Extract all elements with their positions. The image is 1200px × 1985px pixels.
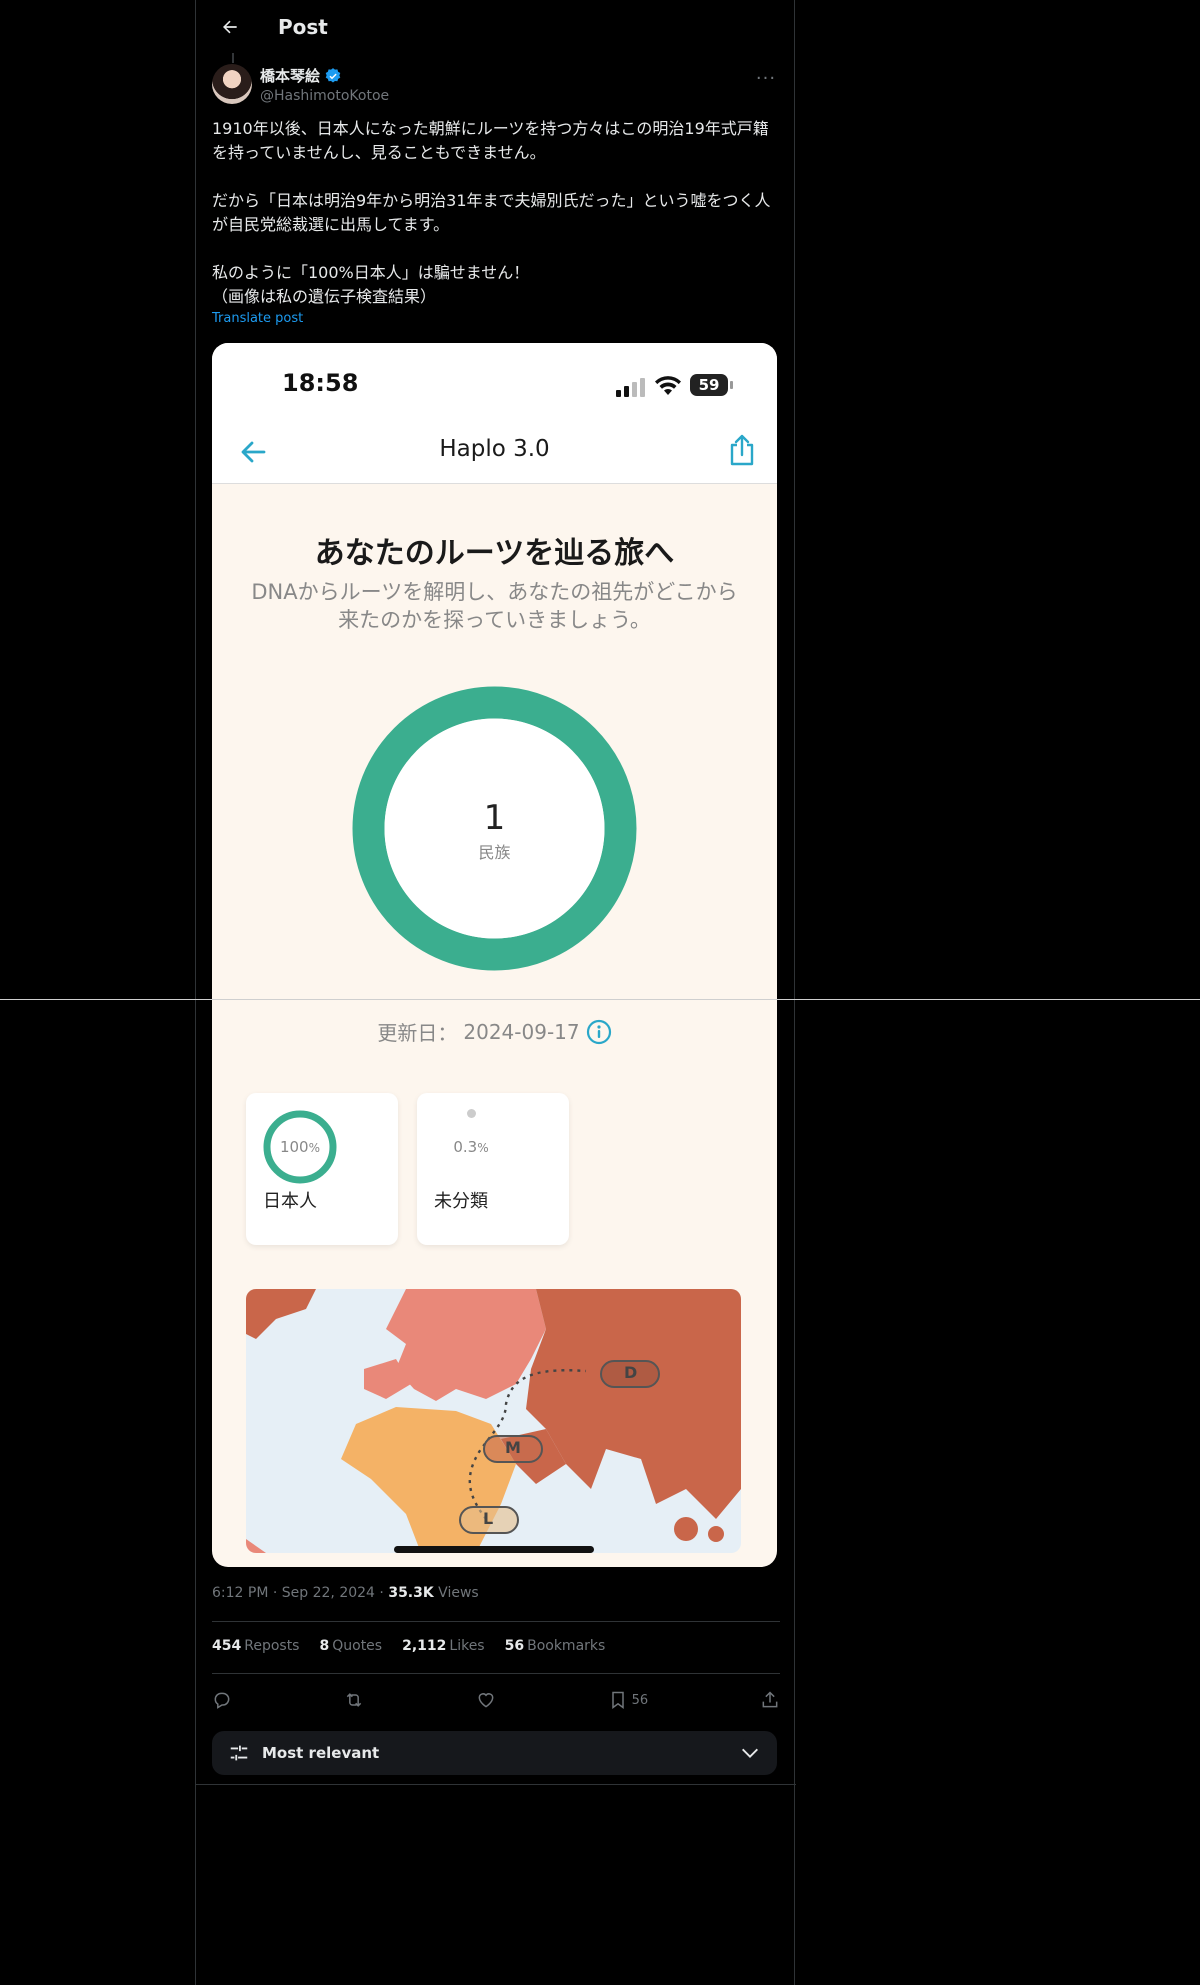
migration-map: D M L: [246, 1289, 741, 1553]
share-button[interactable]: [760, 1690, 780, 1710]
hero-subtitle: DNAからルーツを解明し、あなたの祖先がどこから来たのかを探っていきましょう。: [251, 580, 738, 632]
ethnicity-percent: 100%: [279, 1138, 321, 1156]
phone-clock: 18:58: [282, 369, 359, 397]
views-label: Views: [438, 1585, 479, 1601]
map-label-m: M: [505, 1438, 521, 1457]
cell-signal-icon: [616, 378, 645, 397]
bookmark-icon: [611, 1691, 624, 1709]
thread-line: [232, 53, 234, 63]
reposts-stat[interactable]: 454 Reposts: [212, 1638, 299, 1654]
battery-indicator: 59: [690, 374, 728, 396]
sort-label: Most relevant: [262, 1744, 380, 1762]
views-count: 35.3K: [388, 1585, 434, 1601]
bookmark-button[interactable]: 56: [608, 1690, 649, 1710]
engagement-stats: 454 Reposts 8 Quotes 2,112 Likes 56 Bookmark…: [212, 1638, 605, 1654]
top-bar: Post: [196, 0, 794, 53]
post-meta: 6:12 PM · Sep 22, 2024 · 35.3K Views: [212, 1585, 479, 1601]
update-label: 更新日：: [377, 1021, 458, 1045]
home-indicator: [394, 1546, 594, 1553]
repost-button[interactable]: [344, 1690, 364, 1710]
avatar[interactable]: [212, 64, 252, 104]
ethnicity-count: 1: [483, 798, 506, 838]
translate-post-link[interactable]: Translate post: [196, 309, 794, 326]
map-label-d: D: [624, 1363, 638, 1382]
ethnicity-card-japanese: 100% 日本人: [246, 1093, 398, 1245]
post-media-image[interactable]: 18:58 59 Haplo 3.0 あなたのルーツを辿る旅へ DNAからルーツ…: [212, 343, 777, 1567]
horizontal-rule: [0, 999, 1200, 1000]
app-title: Haplo 3.0: [439, 436, 550, 462]
author-handle[interactable]: @HashimotoKotoe: [260, 88, 389, 104]
ethnicity-count-label: 民族: [478, 843, 511, 862]
battery-cap: [730, 381, 733, 389]
chevron-down-icon: [742, 1748, 758, 1758]
app-header-divider: [212, 483, 777, 484]
bookmarks-stat[interactable]: 56 Bookmarks: [505, 1638, 606, 1654]
update-date-row: 更新日： 2024-09-17: [212, 1017, 777, 1046]
arrow-left-icon: [223, 20, 237, 33]
repost-icon: [346, 1693, 362, 1707]
post-date[interactable]: Sep 22, 2024: [282, 1585, 375, 1601]
map-label-l: L: [483, 1509, 494, 1528]
post-text: 1910年以後、日本人になった朝鮮にルーツを持つ方々はこの明治19年式戸籍を持っ…: [212, 119, 771, 306]
post-time[interactable]: 6:12 PM: [212, 1585, 268, 1601]
world-map-graphic: [246, 1289, 741, 1553]
action-bar: 56: [212, 1685, 780, 1715]
hero-title: あなたのルーツを辿る旅へ: [314, 536, 675, 571]
info-icon: [586, 1019, 611, 1044]
more-options-icon[interactable]: ···: [754, 70, 778, 95]
reply-sort-dropdown[interactable]: Most relevant: [212, 1731, 777, 1775]
author-display-name[interactable]: 橋本琴絵: [260, 65, 320, 86]
post-column: Post 橋本琴絵 @HashimotoKotoe ··· 1910年以後、日本…: [195, 0, 796, 1985]
reply-icon: [214, 1692, 230, 1709]
share-upload-icon: [762, 1691, 778, 1708]
likes-stat[interactable]: 2,112 Likes: [402, 1638, 485, 1654]
heart-icon: [478, 1693, 494, 1708]
author-name-row: 橋本琴絵: [260, 65, 389, 86]
page-title: Post: [278, 14, 328, 39]
sliders-icon: [230, 1745, 248, 1761]
ethnicity-percent: 0.3%: [453, 1138, 489, 1156]
author-block: 橋本琴絵 @HashimotoKotoe: [260, 65, 389, 104]
post-header: 橋本琴絵 @HashimotoKotoe ···: [196, 53, 794, 107]
reply-button[interactable]: [212, 1690, 232, 1710]
ethnicity-name: 未分類: [434, 1191, 488, 1212]
bookmark-count: 56: [631, 1692, 649, 1708]
quotes-stat[interactable]: 8 Quotes: [319, 1638, 382, 1654]
like-button[interactable]: [476, 1690, 496, 1710]
ethnicity-name: 日本人: [263, 1191, 317, 1212]
divider: [212, 1621, 780, 1622]
divider: [212, 1673, 780, 1674]
divider: [196, 1784, 796, 1785]
back-button[interactable]: [212, 9, 248, 45]
share-icon: [730, 434, 754, 466]
wifi-icon: [655, 376, 681, 395]
verified-badge-icon: [325, 67, 341, 83]
update-date: 2024-09-17: [463, 1019, 580, 1044]
ethnicity-card-unclassified: 0.3% 未分類: [417, 1093, 569, 1245]
app-header-area: [212, 343, 777, 483]
